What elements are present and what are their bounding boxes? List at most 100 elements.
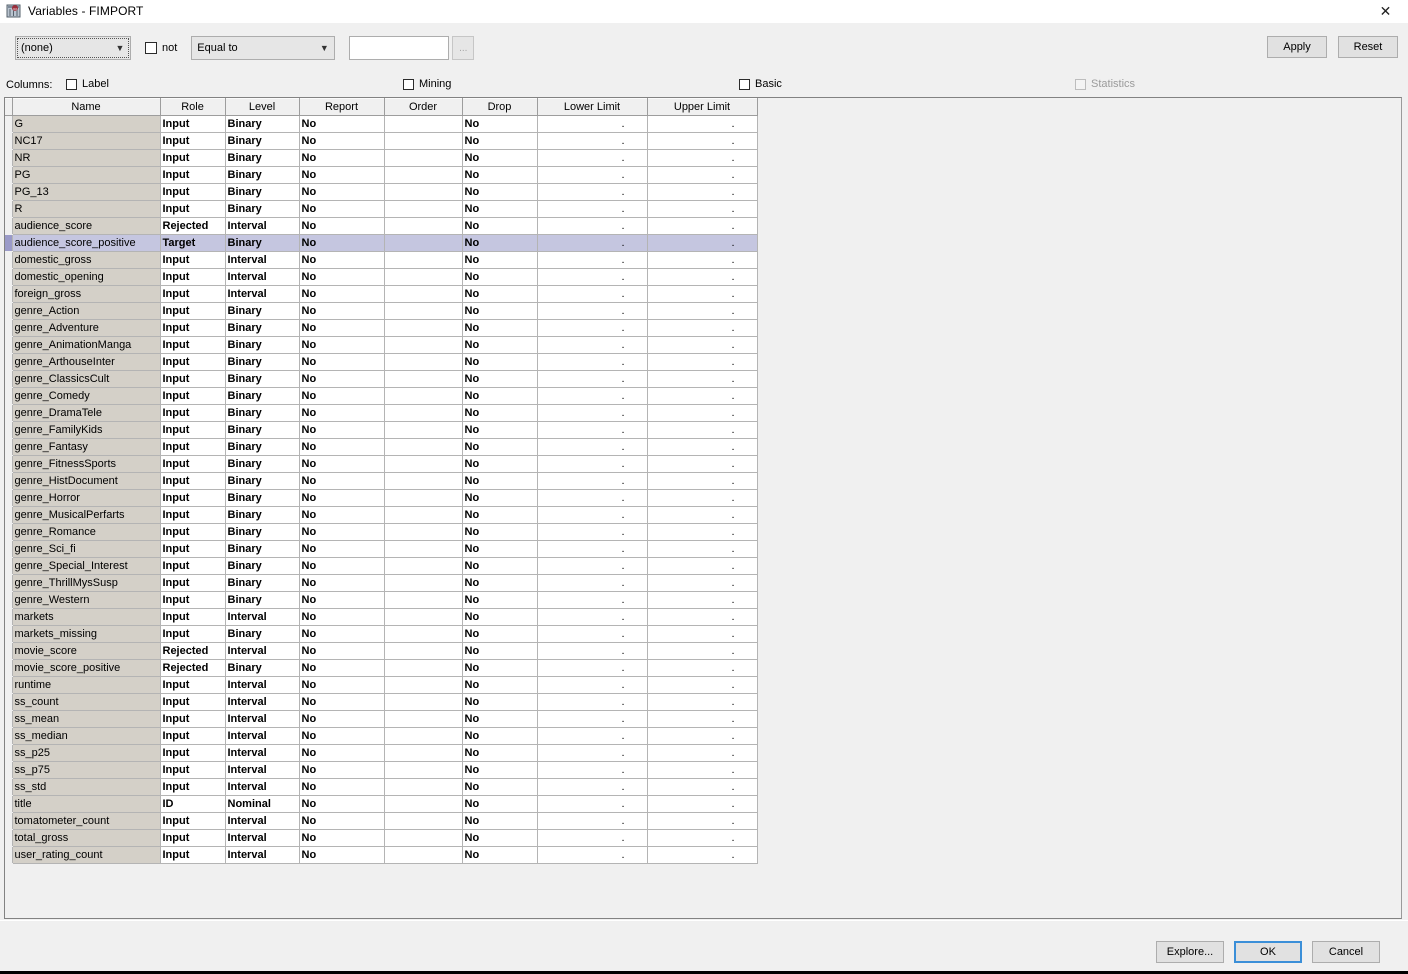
- cell-report[interactable]: No: [298, 489, 385, 507]
- cell-level[interactable]: Binary: [224, 115, 300, 133]
- row-selector-cell[interactable]: [5, 676, 13, 694]
- cell-lower-limit[interactable]: .: [536, 829, 648, 847]
- cell-report[interactable]: No: [298, 404, 385, 422]
- cell-role[interactable]: Input: [159, 761, 226, 779]
- cell-report[interactable]: No: [298, 659, 385, 677]
- cell-upper-limit[interactable]: .: [646, 710, 758, 728]
- cell-lower-limit[interactable]: .: [536, 251, 648, 269]
- cell-order[interactable]: [383, 302, 463, 320]
- cell-name[interactable]: ss_median: [11, 727, 161, 745]
- cell-order[interactable]: [383, 370, 463, 388]
- table-row[interactable]: user_rating_count Input Interval No No..: [5, 846, 758, 864]
- cell-upper-limit[interactable]: .: [646, 523, 758, 541]
- row-selector-cell[interactable]: [5, 149, 13, 167]
- cell-name[interactable]: domestic_gross: [11, 251, 161, 269]
- cell-report[interactable]: No: [298, 523, 385, 541]
- cell-upper-limit[interactable]: .: [646, 268, 758, 286]
- ok-button[interactable]: OK: [1234, 941, 1302, 963]
- cell-role[interactable]: Input: [159, 285, 226, 303]
- row-selector-cell[interactable]: [5, 404, 13, 422]
- cell-name[interactable]: G: [11, 115, 161, 133]
- row-selector-cell[interactable]: [5, 795, 13, 813]
- filter-variable-select[interactable]: (none) ▼: [15, 36, 131, 60]
- cell-drop[interactable]: No: [461, 132, 538, 150]
- cell-order[interactable]: [383, 166, 463, 184]
- cell-upper-limit[interactable]: .: [646, 846, 758, 864]
- cell-report[interactable]: No: [298, 676, 385, 694]
- cell-upper-limit[interactable]: .: [646, 557, 758, 575]
- cell-role[interactable]: Input: [159, 608, 226, 626]
- cell-name[interactable]: PG_13: [11, 183, 161, 201]
- table-row[interactable]: audience_score Rejected Interval No No..: [5, 217, 758, 235]
- cell-upper-limit[interactable]: .: [646, 200, 758, 218]
- table-row[interactable]: genre_DramaTele Input Binary No No..: [5, 404, 758, 422]
- cell-name[interactable]: audience_score: [11, 217, 161, 235]
- table-row[interactable]: markets Input Interval No No..: [5, 608, 758, 626]
- cell-lower-limit[interactable]: .: [536, 115, 648, 133]
- cancel-button[interactable]: Cancel: [1312, 941, 1380, 963]
- cell-report[interactable]: No: [298, 421, 385, 439]
- cell-report[interactable]: No: [298, 540, 385, 558]
- table-row[interactable]: genre_FitnessSports Input Binary No No..: [5, 455, 758, 473]
- cell-level[interactable]: Interval: [224, 846, 300, 864]
- cell-lower-limit[interactable]: .: [536, 778, 648, 796]
- table-row[interactable]: ss_p75 Input Interval No No..: [5, 761, 758, 779]
- cell-order[interactable]: [383, 455, 463, 473]
- cell-level[interactable]: Binary: [224, 625, 300, 643]
- cell-level[interactable]: Interval: [224, 727, 300, 745]
- cell-level[interactable]: Binary: [224, 302, 300, 320]
- cell-level[interactable]: Binary: [224, 540, 300, 558]
- table-row[interactable]: tomatometer_count Input Interval No No..: [5, 812, 758, 830]
- cell-lower-limit[interactable]: .: [536, 557, 648, 575]
- cell-report[interactable]: No: [298, 149, 385, 167]
- cell-order[interactable]: [383, 812, 463, 830]
- table-row[interactable]: genre_ThrillMysSusp Input Binary No No..: [5, 574, 758, 592]
- cell-lower-limit[interactable]: .: [536, 149, 648, 167]
- cell-lower-limit[interactable]: .: [536, 761, 648, 779]
- cell-order[interactable]: [383, 727, 463, 745]
- cell-role[interactable]: Input: [159, 455, 226, 473]
- cell-drop[interactable]: No: [461, 761, 538, 779]
- row-selector-cell[interactable]: [5, 251, 13, 269]
- cell-name[interactable]: genre_Action: [11, 302, 161, 320]
- row-selector-cell[interactable]: [5, 353, 13, 371]
- cell-name[interactable]: title: [11, 795, 161, 813]
- cell-upper-limit[interactable]: .: [646, 642, 758, 660]
- row-selector-cell[interactable]: [5, 183, 13, 201]
- cell-lower-limit[interactable]: .: [536, 506, 648, 524]
- cell-role[interactable]: Input: [159, 778, 226, 796]
- table-row[interactable]: genre_Western Input Binary No No..: [5, 591, 758, 609]
- cell-order[interactable]: [383, 523, 463, 541]
- cell-name[interactable]: genre_Sci_fi: [11, 540, 161, 558]
- column-header-name[interactable]: Name: [11, 98, 161, 116]
- cell-lower-limit[interactable]: .: [536, 132, 648, 150]
- cell-report[interactable]: No: [298, 727, 385, 745]
- columns-checkbox-mining[interactable]: Mining: [403, 78, 451, 90]
- cell-level[interactable]: Binary: [224, 489, 300, 507]
- row-selector-cell[interactable]: [5, 523, 13, 541]
- cell-report[interactable]: No: [298, 319, 385, 337]
- table-row[interactable]: domestic_gross Input Interval No No..: [5, 251, 758, 269]
- cell-level[interactable]: Interval: [224, 642, 300, 660]
- cell-report[interactable]: No: [298, 132, 385, 150]
- row-selector-cell[interactable]: [5, 574, 13, 592]
- table-row[interactable]: genre_FamilyKids Input Binary No No..: [5, 421, 758, 439]
- cell-role[interactable]: Input: [159, 132, 226, 150]
- row-selector-cell[interactable]: [5, 421, 13, 439]
- cell-lower-limit[interactable]: .: [536, 268, 648, 286]
- row-selector-cell[interactable]: [5, 217, 13, 235]
- cell-upper-limit[interactable]: .: [646, 812, 758, 830]
- row-selector-cell[interactable]: [5, 115, 13, 133]
- cell-name[interactable]: genre_Fantasy: [11, 438, 161, 456]
- cell-drop[interactable]: No: [461, 166, 538, 184]
- cell-name[interactable]: ss_mean: [11, 710, 161, 728]
- table-row[interactable]: ss_count Input Interval No No..: [5, 693, 758, 711]
- explore-button[interactable]: Explore...: [1156, 941, 1224, 963]
- cell-upper-limit[interactable]: .: [646, 370, 758, 388]
- cell-order[interactable]: [383, 574, 463, 592]
- cell-lower-limit[interactable]: .: [536, 404, 648, 422]
- cell-order[interactable]: [383, 251, 463, 269]
- cell-drop[interactable]: No: [461, 778, 538, 796]
- cell-order[interactable]: [383, 659, 463, 677]
- cell-order[interactable]: [383, 608, 463, 626]
